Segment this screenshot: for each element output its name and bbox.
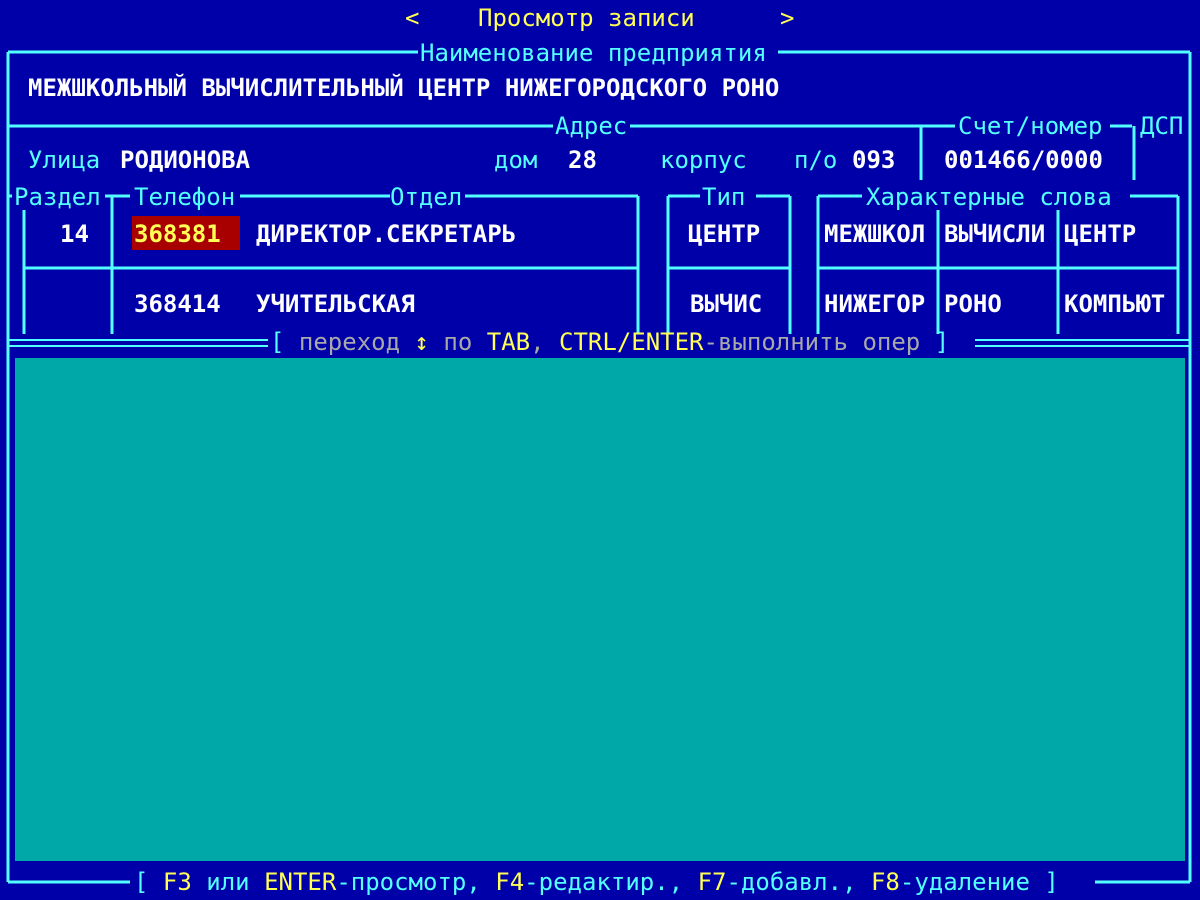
dsp-label: ДСП xyxy=(1140,112,1184,140)
row2-department[interactable]: УЧИТЕЛЬСКАЯ xyxy=(256,292,415,316)
footer-keys: [ F3 или ENTER-просмотр, F4-редактир., F… xyxy=(134,870,1059,894)
row1-keyword-3[interactable]: ЦЕНТР xyxy=(1064,222,1136,246)
footer-key-f8[interactable]: F8 xyxy=(871,868,900,896)
row2-keyword-1[interactable]: НИЖЕГОР xyxy=(824,292,925,316)
row1-phone[interactable]: 368381 xyxy=(134,222,221,246)
col-department: Отдел xyxy=(390,183,463,211)
footer-text-2: -просмотр, xyxy=(336,868,496,896)
footer-text-3: -редактир., xyxy=(524,868,698,896)
col-phone: Телефон xyxy=(134,183,236,211)
col-keywords: Характерные слова xyxy=(866,183,1112,211)
footer-close: ] xyxy=(1044,868,1059,896)
row2-phone[interactable]: 368414 xyxy=(134,292,221,316)
row2-keyword-2[interactable]: РОНО xyxy=(944,292,1002,316)
footer-key-f3[interactable]: F3 xyxy=(163,868,192,896)
footer-text-1: или xyxy=(191,868,265,896)
footer-text-4: -добавл., xyxy=(726,868,871,896)
house-field[interactable]: 28 xyxy=(568,148,597,172)
street-field[interactable]: РОДИОНОВА xyxy=(120,148,250,172)
row1-keyword-1[interactable]: МЕЖШКОЛ xyxy=(824,222,925,246)
row1-department[interactable]: ДИРЕКТОР.СЕКРЕТАРЬ xyxy=(256,222,516,246)
row1-type[interactable]: ЦЕНТР xyxy=(688,222,760,246)
row1-section[interactable]: 14 xyxy=(60,222,89,246)
hint-key-ctrl-enter: CTRL/ENTER xyxy=(559,328,704,356)
hint-open: [ xyxy=(270,328,285,356)
prev-record-arrow[interactable]: < xyxy=(405,6,419,30)
po-label: п/о xyxy=(794,146,838,174)
row1-keyword-2[interactable]: ВЫЧИСЛИ xyxy=(944,222,1045,246)
account-label: Счет/номер xyxy=(958,112,1103,140)
org-name-field[interactable]: МЕЖШКОЛЬНЫЙ ВЫЧИСЛИТЕЛЬНЫЙ ЦЕНТР НИЖЕГОР… xyxy=(28,76,779,100)
footer-key-f7[interactable]: F7 xyxy=(698,868,727,896)
window-title: Просмотр записи xyxy=(478,4,695,32)
org-label: Наименование предприятия xyxy=(420,39,767,67)
footer-text-5: -удаление xyxy=(899,868,1045,896)
footer-key-f4[interactable]: F4 xyxy=(495,868,524,896)
account-field[interactable]: 001466/0000 xyxy=(944,148,1103,172)
updown-arrow-icon: ↕ xyxy=(414,328,429,356)
hint-text-4: -выполнить опер xyxy=(703,328,935,356)
next-record-arrow[interactable]: > xyxy=(780,6,794,30)
hint-key-tab: TAB xyxy=(486,328,531,356)
hint-text-1: переход xyxy=(284,328,415,356)
house-label: дом xyxy=(494,146,538,174)
hint-text-2: по xyxy=(428,328,487,356)
col-section: Раздел xyxy=(14,183,101,211)
footer-key-enter[interactable]: ENTER xyxy=(264,868,336,896)
street-label: Улица xyxy=(28,146,101,174)
row2-type[interactable]: ВЫЧИС xyxy=(690,292,762,316)
address-label: Адрес xyxy=(555,112,628,140)
results-panel[interactable] xyxy=(15,358,1185,861)
po-field[interactable]: 093 xyxy=(852,148,895,172)
building-label: корпус xyxy=(660,146,747,174)
hint-bar: [ переход ↕ по TAB, CTRL/ENTER-выполнить… xyxy=(270,330,949,354)
hint-text-3: , xyxy=(530,328,560,356)
row2-keyword-3[interactable]: КОМПЬЮТ xyxy=(1064,292,1165,316)
hint-close: ] xyxy=(934,328,950,356)
col-type: Тип xyxy=(702,183,746,211)
footer-open: [ xyxy=(134,868,163,896)
